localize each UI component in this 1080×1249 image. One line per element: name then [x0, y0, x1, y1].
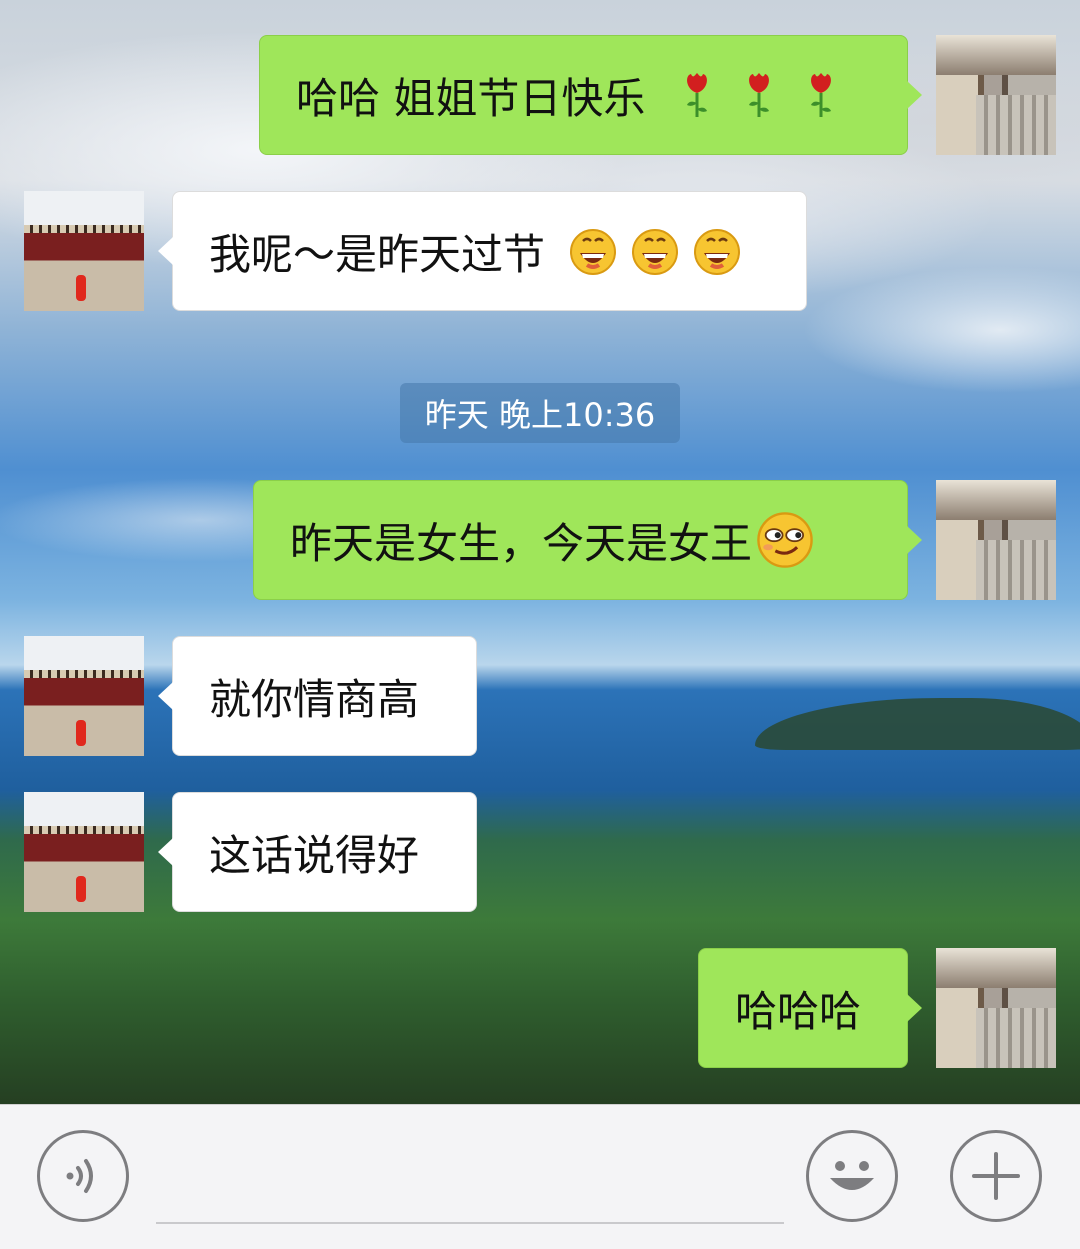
self-avatar[interactable]: [936, 480, 1056, 600]
message-row-sent: 哈哈 姐姐节日快乐: [0, 35, 1080, 155]
message-text: 这话说得好: [209, 830, 420, 880]
message-row-received: 就你情商高: [0, 636, 1080, 756]
message-bubble-received[interactable]: 我呢～是昨天过节: [158, 191, 807, 311]
message-bubble-sent[interactable]: 哈哈 姐姐节日快乐: [259, 35, 922, 155]
message-row-sent: 昨天是女生，今天是女王: [0, 480, 1080, 600]
message-text: 就你情商高: [209, 674, 420, 724]
contact-avatar[interactable]: [24, 191, 144, 311]
rose-emoji-icon: [687, 73, 708, 117]
smirk-emoji-icon: [757, 512, 813, 568]
emoji-group: [555, 227, 741, 275]
grin-emoji-icon: [570, 229, 617, 275]
message-row-received: 我呢～是昨天过节: [0, 191, 1080, 311]
message-text: 哈哈哈: [735, 986, 862, 1036]
plus-icon: [972, 1152, 1020, 1200]
message-bubble-received[interactable]: 就你情商高: [158, 636, 477, 756]
contact-avatar[interactable]: [24, 792, 144, 912]
emoji-group: [655, 71, 841, 119]
grin-emoji-icon: [632, 229, 679, 275]
more-actions-button[interactable]: [950, 1130, 1042, 1222]
rose-emoji-icon: [749, 73, 770, 117]
message-row-sent: 哈哈哈: [0, 948, 1080, 1068]
message-input[interactable]: [156, 1120, 784, 1224]
grin-emoji-icon: [694, 229, 741, 275]
message-text: 我呢～是昨天过节: [209, 229, 546, 279]
message-bubble-sent[interactable]: 昨天是女生，今天是女王: [253, 480, 922, 600]
emoji-group: [752, 511, 814, 569]
message-bubble-received[interactable]: 这话说得好: [158, 792, 477, 912]
emoji-button[interactable]: [806, 1130, 898, 1222]
message-bubble-sent[interactable]: 哈哈哈: [698, 948, 922, 1068]
contact-avatar[interactable]: [24, 636, 144, 756]
self-avatar[interactable]: [936, 948, 1056, 1068]
rose-emoji-icon: [811, 73, 832, 117]
message-row-received: 这话说得好: [0, 792, 1080, 912]
message-text: 昨天是女生，今天是女王: [290, 518, 753, 568]
message-timestamp: 昨天 晚上10:36: [400, 383, 680, 443]
voice-icon: [66, 1159, 93, 1193]
emoji-face-icon: [830, 1161, 874, 1190]
self-avatar[interactable]: [936, 35, 1056, 155]
voice-input-button[interactable]: [37, 1130, 129, 1222]
message-text: 哈哈 姐姐节日快乐: [296, 73, 646, 123]
